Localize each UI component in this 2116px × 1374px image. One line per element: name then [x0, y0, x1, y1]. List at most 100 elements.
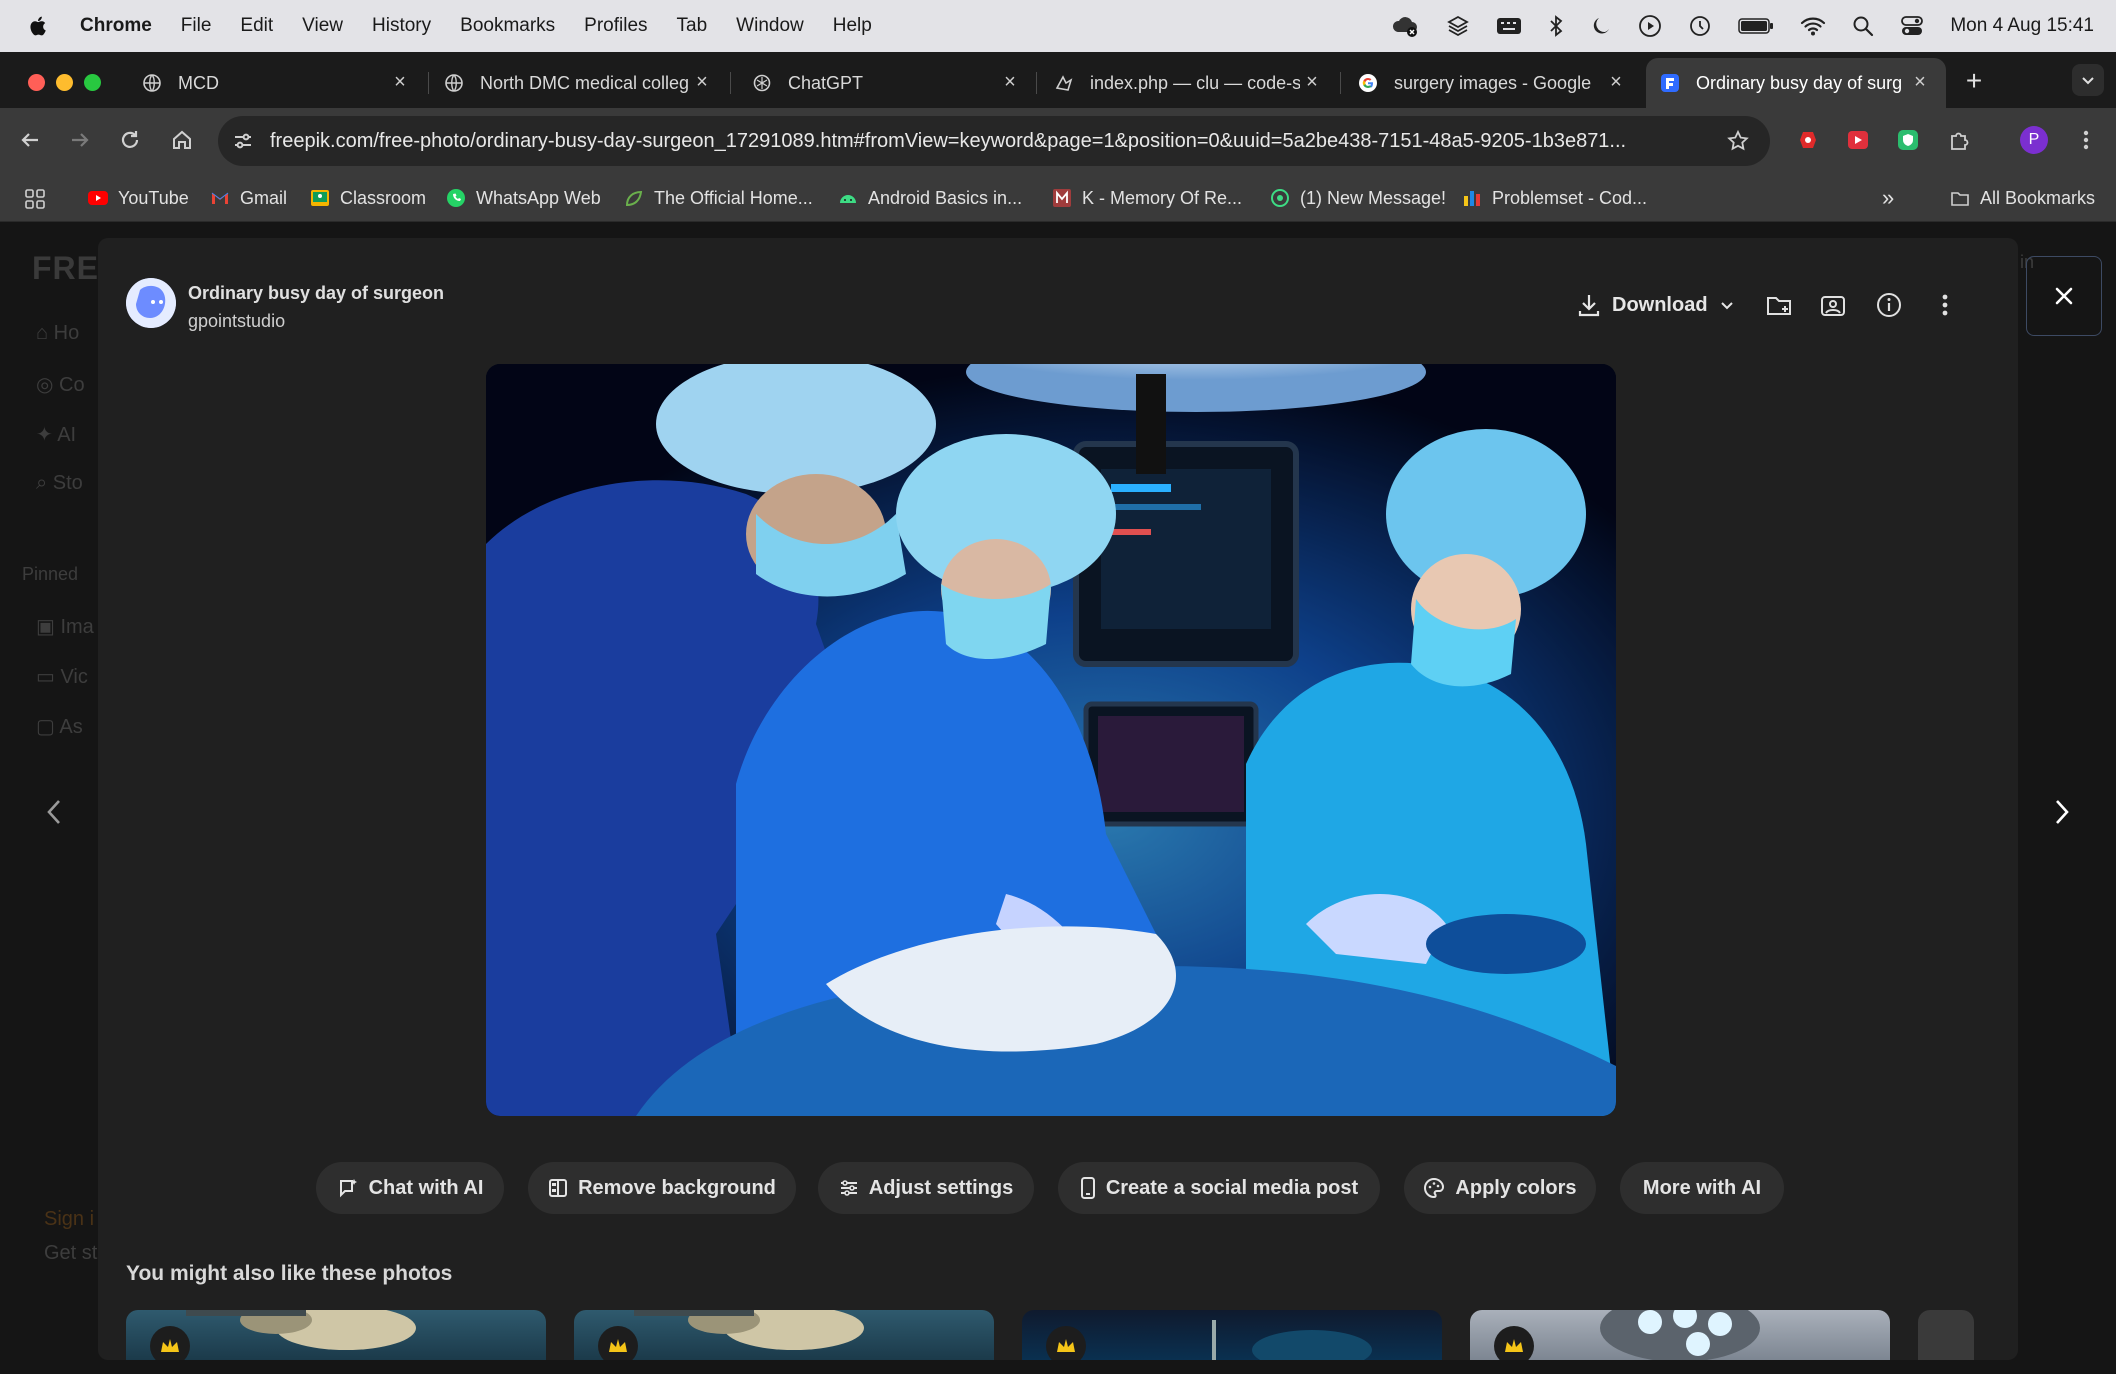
moon-icon[interactable]: [1590, 15, 1612, 37]
menu-help[interactable]: Help: [833, 15, 872, 37]
menu-edit[interactable]: Edit: [240, 15, 273, 37]
tab-mcd[interactable]: MCD ×: [128, 58, 420, 108]
menu-history[interactable]: History: [372, 15, 431, 37]
edit-image-button[interactable]: [1818, 290, 1848, 320]
download-button[interactable]: Download: [1576, 290, 1736, 320]
layers-icon[interactable]: [1446, 14, 1470, 38]
arrow-left-icon: [21, 133, 38, 147]
avatar[interactable]: [126, 278, 176, 328]
chat-with-ai-button[interactable]: Chat with AI: [316, 1162, 504, 1214]
next-photo-button[interactable]: [2044, 794, 2080, 830]
bookmark-label: All Bookmarks: [1980, 187, 2096, 208]
back-button[interactable]: [12, 122, 48, 158]
reload-button[interactable]: [112, 122, 148, 158]
bookmarks-overflow-button[interactable]: »: [1882, 185, 1894, 210]
whatsapp-icon: [447, 189, 465, 207]
extensions-button[interactable]: [1942, 122, 1978, 158]
menu-window[interactable]: Window: [736, 15, 804, 37]
bookmark-official-home[interactable]: The Official Home...: [624, 186, 813, 210]
author-name-link[interactable]: gpointstudio: [188, 311, 285, 332]
notification-icon: [1271, 189, 1289, 207]
menu-profiles[interactable]: Profiles: [584, 15, 647, 37]
related-photo-thumb-partial[interactable]: [1918, 1310, 1974, 1360]
bluetooth-icon[interactable]: [1548, 14, 1564, 38]
window-close-button[interactable]: [28, 74, 45, 91]
extension-red-button[interactable]: [1790, 122, 1826, 158]
extension-video-button[interactable]: [1840, 122, 1876, 158]
menubar-clock[interactable]: Mon 4 Aug 15:41: [1950, 15, 2094, 37]
codeforces-icon: [1464, 191, 1480, 206]
extension-shield-button[interactable]: [1890, 122, 1926, 158]
related-photo-thumb[interactable]: [574, 1310, 994, 1360]
spotlight-search-icon[interactable]: [1852, 15, 1874, 37]
bookmark-new-message[interactable]: (1) New Message!: [1270, 186, 1446, 210]
browser-toolbar: freepik.com/free-photo/ordinary-busy-day…: [0, 108, 2116, 174]
main-photo[interactable]: [486, 364, 1616, 1116]
bookmark-youtube[interactable]: YouTube: [88, 186, 189, 210]
menu-view[interactable]: View: [302, 15, 343, 37]
related-photo-thumb[interactable]: [1470, 1310, 1890, 1360]
apply-colors-button[interactable]: Apply colors: [1404, 1162, 1596, 1214]
home-button[interactable]: [164, 122, 200, 158]
new-tab-button[interactable]: +: [1960, 67, 1988, 96]
all-bookmarks-button[interactable]: All Bookmarks: [1950, 186, 2095, 210]
wifi-icon[interactable]: [1800, 15, 1826, 37]
bookmark-classroom[interactable]: Classroom: [310, 186, 426, 210]
battery-icon[interactable]: [1738, 16, 1774, 36]
close-modal-button[interactable]: [2026, 256, 2102, 336]
tab-close-icon[interactable]: ×: [1000, 72, 1020, 92]
more-with-ai-button[interactable]: More with AI: [1620, 1162, 1784, 1214]
tab-close-icon[interactable]: ×: [1302, 72, 1322, 92]
close-icon: [2055, 287, 2073, 305]
cloud-offline-icon[interactable]: [1390, 14, 1420, 38]
apps-grid-icon[interactable]: [24, 188, 46, 210]
remove-background-button[interactable]: Remove background: [528, 1162, 796, 1214]
premium-crown-badge: [598, 1326, 638, 1360]
apple-logo-icon[interactable]: [28, 14, 50, 38]
chevron-left-icon: [47, 800, 60, 824]
tab-close-icon[interactable]: ×: [390, 72, 410, 92]
keyboard-icon[interactable]: [1496, 15, 1522, 37]
bookmark-label: The Official Home...: [654, 187, 813, 208]
bookmark-android-basics[interactable]: Android Basics in...: [838, 186, 1022, 210]
window-minimize-button[interactable]: [56, 74, 73, 91]
gmail-icon: [211, 192, 229, 204]
create-social-post-button[interactable]: Create a social media post: [1058, 1162, 1380, 1214]
bookmark-problemset[interactable]: Problemset - Cod...: [1462, 186, 1647, 210]
address-bar[interactable]: freepik.com/free-photo/ordinary-busy-day…: [218, 116, 1770, 166]
play-circle-icon[interactable]: [1638, 14, 1662, 38]
tab-search-button[interactable]: [2072, 64, 2104, 96]
control-center-icon[interactable]: [1900, 15, 1924, 37]
bookmark-gmail[interactable]: Gmail: [210, 186, 287, 210]
menu-tab[interactable]: Tab: [677, 15, 708, 37]
tab-chatgpt[interactable]: ChatGPT ×: [738, 58, 1030, 108]
time-machine-icon[interactable]: [1688, 14, 1712, 38]
info-button[interactable]: [1874, 290, 1904, 320]
profile-button[interactable]: P: [2016, 122, 2052, 158]
previous-photo-button[interactable]: [36, 794, 72, 830]
more-options-button[interactable]: [1930, 290, 1960, 320]
url-text: freepik.com/free-photo/ordinary-busy-day…: [270, 130, 1627, 152]
bookmark-whatsapp[interactable]: WhatsApp Web: [446, 186, 601, 210]
tab-google-search[interactable]: surgery images - Google ×: [1344, 58, 1636, 108]
save-to-collection-button[interactable]: [1764, 290, 1794, 320]
related-photo-thumb[interactable]: [126, 1310, 546, 1360]
related-photo-thumb[interactable]: [1022, 1310, 1442, 1360]
tab-code-server[interactable]: index.php — clu — code-s ×: [1040, 58, 1332, 108]
tab-north-dmc[interactable]: North DMC medical colleg ×: [430, 58, 722, 108]
bookmark-label: (1) New Message!: [1300, 187, 1447, 208]
forward-button[interactable]: [62, 122, 98, 158]
menu-file[interactable]: File: [181, 15, 212, 37]
tab-freepik-active[interactable]: Ordinary busy day of surg ×: [1646, 58, 1946, 108]
tab-close-icon[interactable]: ×: [1606, 72, 1626, 92]
bookmark-star-icon[interactable]: [1726, 129, 1750, 153]
window-zoom-button[interactable]: [84, 74, 101, 91]
site-settings-icon[interactable]: [232, 130, 254, 152]
menu-bookmarks[interactable]: Bookmarks: [460, 15, 555, 37]
tab-close-icon[interactable]: ×: [692, 72, 712, 92]
bookmark-memory-of-re[interactable]: K - Memory Of Re...: [1052, 186, 1242, 210]
menu-chrome[interactable]: Chrome: [80, 15, 152, 37]
chrome-menu-button[interactable]: [2068, 122, 2104, 158]
adjust-settings-button[interactable]: Adjust settings: [818, 1162, 1034, 1214]
tab-close-icon[interactable]: ×: [1910, 72, 1930, 92]
